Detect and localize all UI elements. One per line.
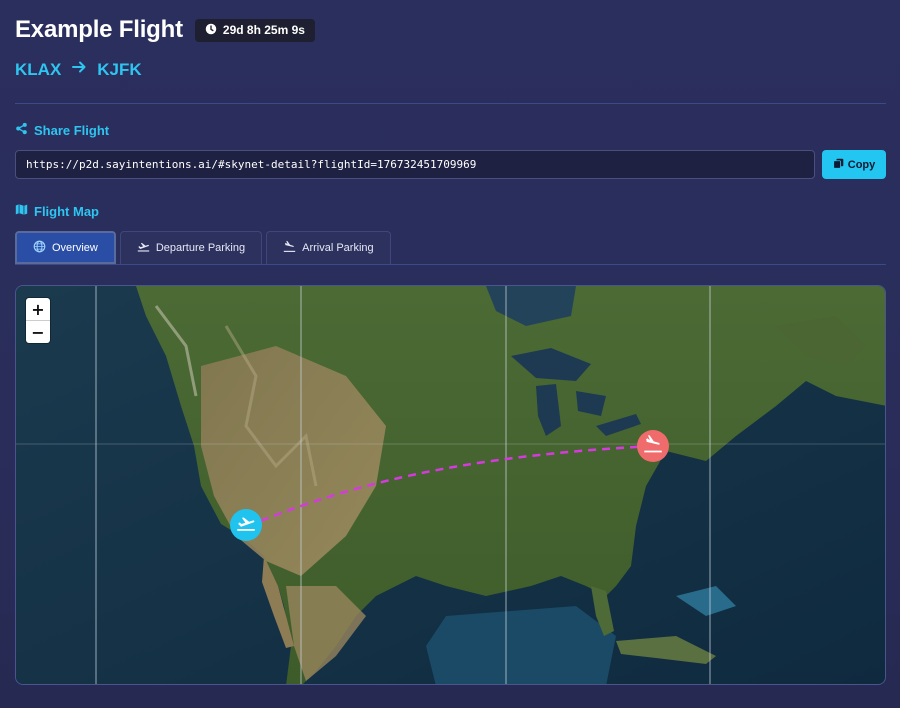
origin-code: KLAX — [15, 59, 62, 79]
tabs-divider — [15, 264, 886, 265]
map-tabs: Overview Departure Parking Arrival Parki… — [15, 231, 391, 264]
page-title: Example Flight — [15, 16, 183, 43]
flight-map[interactable]: + − — [15, 285, 886, 685]
map-tiles[interactable] — [16, 286, 886, 685]
departure-marker[interactable] — [230, 509, 262, 541]
tab-departure-label: Departure Parking — [155, 242, 246, 254]
header: Example Flight 29d 8h 25m 9s — [15, 16, 315, 44]
arrival-marker[interactable] — [637, 430, 669, 462]
tab-arrival-label: Arrival Parking — [302, 242, 374, 254]
flight-detail-page: Example Flight 29d 8h 25m 9s KLAX KJFK S… — [0, 0, 900, 708]
header-divider — [15, 103, 886, 104]
route: KLAX KJFK — [15, 59, 142, 80]
share-icon — [15, 122, 28, 138]
share-url-text: https://p2d.sayintentions.ai/#skynet-det… — [26, 158, 477, 171]
timer-badge: 29d 8h 25m 9s — [194, 18, 315, 42]
globe-icon — [33, 240, 46, 256]
zoom-in-button[interactable]: + — [26, 298, 50, 320]
share-title-text: Share Flight — [34, 122, 110, 138]
arrival-plane-icon — [283, 240, 296, 256]
tab-overview-label: Overview — [52, 241, 98, 254]
copy-label: Copy — [847, 158, 876, 171]
zoom-control: + − — [26, 298, 50, 343]
arrival-plane-icon — [643, 434, 663, 459]
timer-text: 29d 8h 25m 9s — [222, 23, 305, 37]
map-title-text: Flight Map — [34, 203, 99, 219]
departure-plane-icon — [137, 240, 150, 256]
share-section-title: Share Flight — [15, 122, 109, 138]
zoom-out-button[interactable]: − — [26, 320, 50, 343]
copy-button[interactable]: Copy — [822, 150, 886, 179]
arrow-right-icon — [71, 59, 87, 80]
copy-icon — [833, 158, 844, 172]
map-icon — [15, 203, 28, 219]
departure-plane-icon — [236, 513, 256, 538]
share-url-field[interactable]: https://p2d.sayintentions.ai/#skynet-det… — [15, 150, 815, 179]
tab-overview[interactable]: Overview — [15, 231, 116, 264]
destination-code: KJFK — [97, 59, 142, 79]
tab-departure-parking[interactable]: Departure Parking — [119, 231, 263, 264]
clock-icon — [205, 23, 217, 38]
map-section-title: Flight Map — [15, 203, 99, 219]
tab-arrival-parking[interactable]: Arrival Parking — [266, 231, 391, 264]
